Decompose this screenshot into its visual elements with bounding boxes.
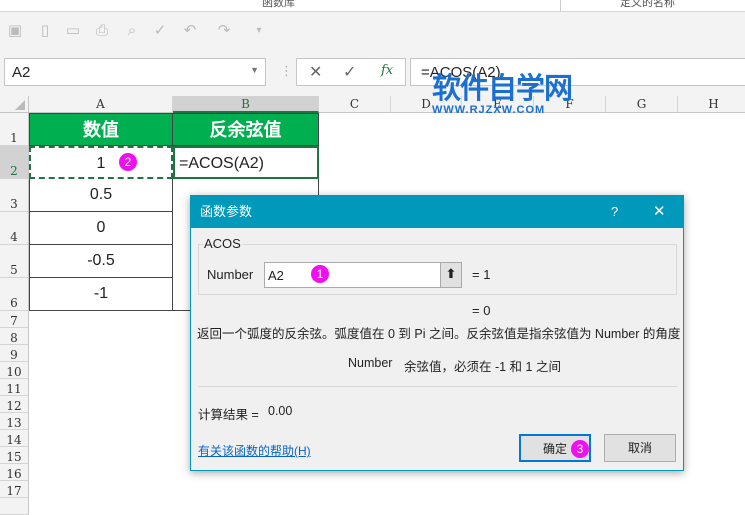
enter-check-icon[interactable]: ✓ xyxy=(343,62,356,82)
cell-a6[interactable]: -1 xyxy=(29,278,173,311)
dialog-title: 函数参数 xyxy=(200,204,253,219)
row-header-14[interactable]: 14 xyxy=(0,430,29,447)
print-preview-icon[interactable]: ⌕ xyxy=(123,22,141,40)
collapse-dialog-icon[interactable]: ⬆ xyxy=(440,263,461,287)
column-header-g[interactable]: G xyxy=(606,96,678,113)
row-header-8[interactable]: 8 xyxy=(0,328,29,345)
watermark-logo: 软件自学网 xyxy=(432,73,573,105)
row-header-18[interactable] xyxy=(0,498,29,515)
ribbon-bottom: 函数库 定义的名称 xyxy=(0,0,745,12)
select-all-corner[interactable] xyxy=(0,96,29,113)
redo-icon[interactable]: ↷ xyxy=(215,22,233,40)
new-file-icon[interactable]: ▯ xyxy=(36,22,54,40)
column-header-a[interactable]: A xyxy=(29,96,173,113)
column-header-b[interactable]: B xyxy=(173,96,319,113)
row-header-9[interactable]: 9 xyxy=(0,345,29,362)
step-badge-3: 3 xyxy=(571,440,589,458)
step-badge-1: 1 xyxy=(311,265,329,283)
cancel-icon[interactable]: ✕ xyxy=(309,62,322,82)
number-input-value: A2 xyxy=(268,268,284,283)
argument-result: = 1 xyxy=(472,267,491,282)
column-header-c[interactable]: C xyxy=(319,96,391,113)
cell-a2[interactable]: 1 xyxy=(29,146,173,179)
formula-result-preview: = 0 xyxy=(472,303,491,318)
name-box-value: A2 xyxy=(12,64,31,81)
calc-result-value: 0.00 xyxy=(268,404,293,418)
function-description: 返回一个弧度的反余弦。弧度值在 0 到 Pi 之间。反余弦值是指余弦值为 Num… xyxy=(197,327,681,341)
undo-icon[interactable]: ↶ xyxy=(181,22,199,40)
cancel-button[interactable]: 取消 xyxy=(604,434,676,462)
function-help-link[interactable]: 有关该函数的帮助(H) xyxy=(198,442,311,459)
header-cell-acos[interactable]: 反余弦值 xyxy=(173,113,319,146)
formula-bar-area: A2 ▼ ⋮ ✕ ✓ fx =ACOS(A2) xyxy=(0,56,745,96)
row-header-6[interactable]: 6 xyxy=(0,278,29,311)
help-icon[interactable]: ? xyxy=(611,196,618,228)
row-header-15[interactable]: 15 xyxy=(0,447,29,464)
open-folder-icon[interactable]: ▭ xyxy=(64,22,82,40)
divider xyxy=(198,386,677,387)
dialog-titlebar[interactable]: 函数参数 ? ✕ xyxy=(191,196,683,228)
number-input[interactable]: A2 ⬆ xyxy=(264,262,462,288)
cell-b2[interactable]: =ACOS(A2) xyxy=(173,146,319,179)
argument-label: Number xyxy=(207,267,254,282)
column-header-h[interactable]: H xyxy=(678,96,745,113)
customize-toolbar-icon[interactable]: ▾ xyxy=(250,22,268,40)
row-header-10[interactable]: 10 xyxy=(0,362,29,379)
row-header-5[interactable]: 5 xyxy=(0,245,29,278)
step-badge-2: 2 xyxy=(119,153,137,171)
row-header-17[interactable]: 17 xyxy=(0,481,29,498)
name-box[interactable]: A2 ▼ xyxy=(4,58,266,86)
insert-function-icon[interactable]: fx xyxy=(381,63,393,78)
row-header-7[interactable]: 7 xyxy=(0,311,29,328)
quick-access-toolbar: ▣ ▯ ▭ ⎙ ⌕ ✓ ↶ ↷ ▾ xyxy=(0,12,745,56)
chevron-down-icon[interactable]: ▼ xyxy=(250,65,259,75)
calc-result-label: 计算结果 = xyxy=(198,408,259,422)
cell-a4[interactable]: 0 xyxy=(29,212,173,245)
argument-description-name: Number xyxy=(348,356,393,370)
cell-a3[interactable]: 0.5 xyxy=(29,179,173,212)
drag-handle-icon[interactable]: ⋮ xyxy=(280,63,293,79)
row-header-12[interactable]: 12 xyxy=(0,396,29,413)
row-header-1[interactable]: 1 xyxy=(0,113,29,146)
close-icon[interactable]: ✕ xyxy=(653,196,666,228)
function-name: ACOS xyxy=(203,236,242,251)
row-header-4[interactable]: 4 xyxy=(0,212,29,245)
row-header-2[interactable]: 2 xyxy=(0,146,29,179)
row-header-13[interactable]: 13 xyxy=(0,413,29,430)
row-header-11[interactable]: 11 xyxy=(0,379,29,396)
header-cell-value[interactable]: 数值 xyxy=(29,113,173,146)
argument-description: 余弦值，必须在 -1 和 1 之间 xyxy=(404,360,561,374)
cell-a5[interactable]: -0.5 xyxy=(29,245,173,278)
ribbon-group-defined-names: 定义的名称 xyxy=(620,0,675,9)
watermark-url: WWW.RJZXW.COM xyxy=(432,104,546,116)
print-icon[interactable]: ⎙ xyxy=(93,22,111,40)
function-arguments-dialog: 函数参数 ? ✕ ACOS Number A2 ⬆ 1 = 1 = 0 返回一个… xyxy=(190,195,684,471)
save-icon[interactable]: ▣ xyxy=(6,22,24,40)
ribbon-group-function-library: 函数库 xyxy=(262,0,295,9)
row-header-3[interactable]: 3 xyxy=(0,179,29,212)
row-header-16[interactable]: 16 xyxy=(0,464,29,481)
formula-buttons: ✕ ✓ fx xyxy=(296,58,406,86)
spell-check-icon[interactable]: ✓ xyxy=(151,22,169,40)
